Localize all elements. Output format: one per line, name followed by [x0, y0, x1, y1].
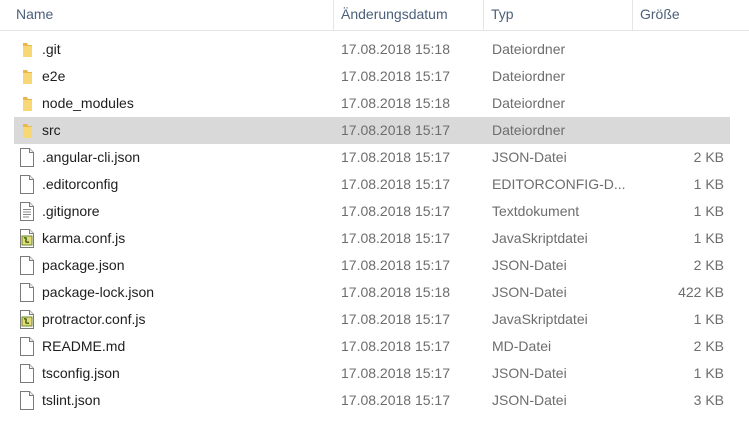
- file-date: 17.08.2018 15:17: [341, 257, 450, 273]
- file-type: EDITORCONFIG-D...: [492, 176, 626, 192]
- file-row[interactable]: tsconfig.json 17.08.2018 15:17 JSON-Datei 1…: [14, 360, 730, 387]
- file-type: Dateiordner: [492, 68, 566, 84]
- file-icon: [18, 174, 36, 195]
- file-date: 17.08.2018 15:17: [341, 338, 450, 354]
- file-size: [614, 36, 724, 63]
- file-type: JavaSkriptdatei: [492, 230, 588, 246]
- file-type: Dateiordner: [492, 41, 566, 57]
- file-name: package-lock.json: [42, 284, 155, 300]
- folder-icon: [18, 120, 36, 141]
- file-size: [614, 90, 724, 117]
- file-icon: [18, 336, 36, 357]
- file-date: 17.08.2018 15:17: [341, 311, 450, 327]
- file-name: .editorconfig: [42, 176, 119, 192]
- file-size: [614, 117, 724, 144]
- file-row[interactable]: tslint.json 17.08.2018 15:17 JSON-Datei 3 K…: [14, 387, 730, 414]
- file-name: protractor.conf.js: [42, 311, 146, 327]
- file-icon: [18, 390, 36, 411]
- file-size: 1 KB: [693, 365, 724, 381]
- file-row[interactable]: package-lock.json 17.08.2018 15:18 JSON-Da…: [14, 279, 730, 306]
- file-date: 17.08.2018 15:17: [341, 203, 450, 219]
- script-file-icon: [18, 228, 36, 249]
- file-icon: [18, 363, 36, 384]
- folder-icon: [18, 93, 36, 114]
- file-date: 17.08.2018 15:18: [341, 284, 450, 300]
- file-name: .angular-cli.json: [42, 149, 141, 165]
- file-name: node_modules: [42, 95, 134, 111]
- file-row[interactable]: package.json 17.08.2018 15:17 JSON-Datei 2 …: [14, 252, 730, 279]
- file-icon: [18, 282, 36, 303]
- file-type: JavaSkriptdatei: [492, 311, 588, 327]
- file-row[interactable]: .gitignore 17.08.2018 15:17 Textdokument 1 …: [14, 198, 730, 225]
- file-date: 17.08.2018 15:17: [341, 230, 450, 246]
- file-type: Dateiordner: [492, 95, 566, 111]
- folder-icon: [18, 39, 36, 60]
- file-size: 1 KB: [693, 230, 724, 246]
- file-type: Dateiordner: [492, 122, 566, 138]
- column-header-size[interactable]: Größe: [640, 0, 680, 28]
- column-header-bar: Name Änderungsdatum Typ Größe: [0, 0, 749, 31]
- file-type: Textdokument: [492, 203, 580, 219]
- file-size: 1 KB: [693, 311, 724, 327]
- file-name: .gitignore: [42, 203, 100, 219]
- file-date: 17.08.2018 15:17: [341, 68, 450, 84]
- file-type: JSON-Datei: [492, 284, 567, 300]
- file-row[interactable]: .editorconfig 17.08.2018 15:17 EDITORCONFI…: [14, 171, 730, 198]
- file-row[interactable]: protractor.conf.js 17.08.2018 15:17 JavaSk…: [14, 306, 730, 333]
- file-type: JSON-Datei: [492, 392, 567, 408]
- column-header-type[interactable]: Typ: [491, 0, 514, 28]
- file-type: JSON-Datei: [492, 365, 567, 381]
- folder-row[interactable]: e2e 17.08.2018 15:17 Dateiordner: [14, 63, 730, 90]
- file-name: e2e: [42, 68, 66, 84]
- file-size: 2 KB: [693, 257, 724, 273]
- file-row[interactable]: karma.conf.js 17.08.2018 15:17 JavaSkriptd…: [14, 225, 730, 252]
- file-name: package.json: [42, 257, 125, 273]
- file-size: [614, 63, 724, 90]
- file-size: 1 KB: [693, 203, 724, 219]
- file-name: .git: [42, 41, 61, 57]
- file-type: MD-Datei: [492, 338, 552, 354]
- column-header-date[interactable]: Änderungsdatum: [341, 0, 448, 28]
- file-row[interactable]: .angular-cli.json 17.08.2018 15:17 JSON-Da…: [14, 144, 730, 171]
- file-size: 2 KB: [693, 149, 724, 165]
- file-date: 17.08.2018 15:17: [341, 392, 450, 408]
- file-date: 17.08.2018 15:17: [341, 149, 450, 165]
- column-divider[interactable]: [333, 0, 334, 30]
- file-date: 17.08.2018 15:18: [341, 95, 450, 111]
- column-header-name[interactable]: Name: [16, 0, 53, 28]
- column-divider[interactable]: [632, 0, 633, 30]
- file-date: 17.08.2018 15:17: [341, 365, 450, 381]
- folder-icon: [18, 66, 36, 87]
- file-date: 17.08.2018 15:17: [341, 122, 450, 138]
- folder-row[interactable]: node_modules 17.08.2018 15:18 Dateiordner: [14, 90, 730, 117]
- text-file-icon: [18, 201, 36, 222]
- file-icon: [18, 147, 36, 168]
- file-size: 3 KB: [693, 392, 724, 408]
- script-file-icon: [18, 309, 36, 330]
- file-icon: [18, 255, 36, 276]
- file-type: JSON-Datei: [492, 149, 567, 165]
- file-name: tsconfig.json: [42, 365, 120, 381]
- file-name: src: [42, 122, 61, 138]
- folder-row[interactable]: src 17.08.2018 15:17 Dateiordner: [14, 117, 730, 144]
- file-size: 422 KB: [678, 284, 724, 300]
- file-name: karma.conf.js: [42, 230, 126, 246]
- column-divider[interactable]: [483, 0, 484, 30]
- file-row[interactable]: README.md 17.08.2018 15:17 MD-Datei 2 KB: [14, 333, 730, 360]
- file-name: tslint.json: [42, 392, 101, 408]
- file-date: 17.08.2018 15:18: [341, 41, 450, 57]
- file-size: 1 KB: [693, 176, 724, 192]
- file-type: JSON-Datei: [492, 257, 567, 273]
- file-date: 17.08.2018 15:17: [341, 176, 450, 192]
- folder-row[interactable]: .git 17.08.2018 15:18 Dateiordner: [14, 36, 730, 63]
- file-name: README.md: [42, 338, 126, 354]
- file-size: 2 KB: [693, 338, 724, 354]
